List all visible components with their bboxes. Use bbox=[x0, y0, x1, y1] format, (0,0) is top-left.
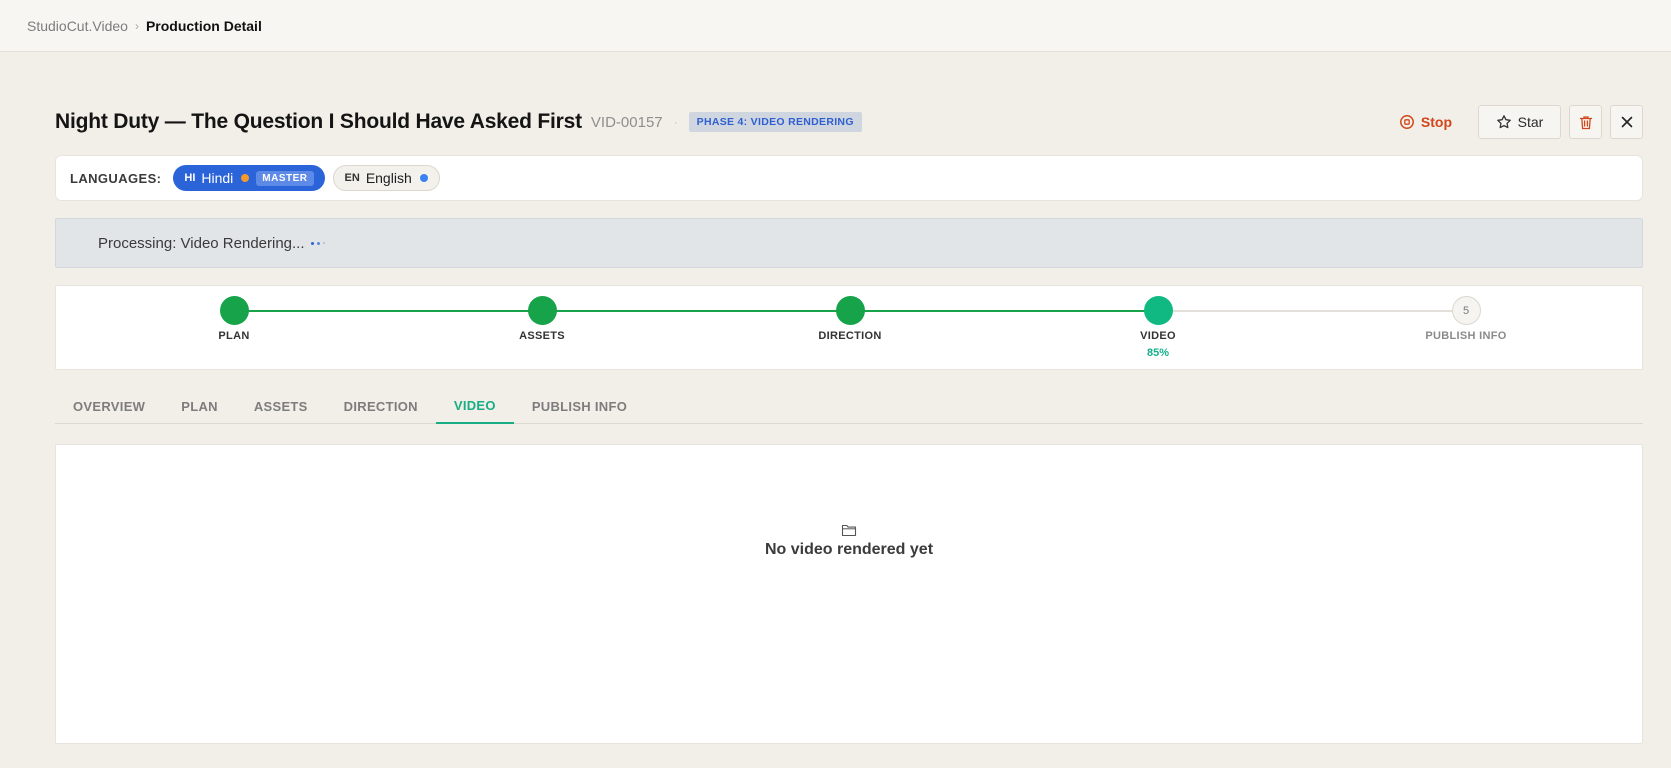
header-actions: Stop Star bbox=[1381, 105, 1643, 139]
header-separator: · bbox=[673, 115, 678, 129]
step-complete-circle bbox=[835, 296, 865, 325]
step-label: ASSETS bbox=[519, 330, 565, 342]
empty-state-text: No video rendered yet bbox=[764, 541, 934, 558]
page-title: Night Duty — The Question I Should Have … bbox=[55, 110, 582, 133]
stop-label: Stop bbox=[1420, 114, 1452, 130]
step-video[interactable]: VIDEO 85% bbox=[1078, 296, 1238, 359]
video-panel: No video rendered yet bbox=[55, 444, 1643, 744]
tab-publish-info[interactable]: PUBLISH INFO bbox=[514, 388, 645, 424]
step-publish-info[interactable]: 5 PUBLISH INFO bbox=[1386, 296, 1546, 342]
status-dot bbox=[419, 174, 428, 182]
stop-circle-icon bbox=[1399, 115, 1414, 129]
star-icon bbox=[1496, 115, 1511, 129]
status-dot bbox=[241, 174, 250, 182]
step-label: PUBLISH INFO bbox=[1425, 330, 1507, 342]
folder-icon bbox=[841, 524, 857, 537]
detail-tabs: OVERVIEW PLAN ASSETS DIRECTION VIDEO PUB… bbox=[55, 388, 1643, 424]
languages-label: LANGUAGES: bbox=[70, 170, 162, 186]
empty-state: No video rendered yet bbox=[56, 523, 1642, 559]
close-button[interactable] bbox=[1610, 105, 1643, 139]
delete-button[interactable] bbox=[1569, 105, 1602, 139]
languages-card: LANGUAGES: HI Hindi MASTER EN English bbox=[55, 155, 1643, 201]
progress-stepper: PLAN ASSETS DIRECTION VIDEO 85% 5 PUBLIS… bbox=[55, 285, 1643, 370]
star-button[interactable]: Star bbox=[1478, 105, 1561, 139]
tab-plan[interactable]: PLAN bbox=[163, 388, 236, 424]
language-name: English bbox=[365, 170, 412, 186]
language-code: EN bbox=[344, 172, 360, 184]
breadcrumb-separator: › bbox=[134, 18, 139, 33]
language-code: HI bbox=[184, 172, 196, 184]
video-id: VID-00157 bbox=[590, 113, 663, 131]
loading-dots-icon bbox=[310, 241, 325, 245]
step-pending-circle: 5 bbox=[1451, 296, 1481, 325]
phase-badge: PHASE 4: VIDEO RENDERING bbox=[688, 112, 862, 132]
processing-text: Processing: Video Rendering... bbox=[98, 234, 305, 252]
step-progress: 85% bbox=[1146, 347, 1170, 359]
production-header: Night Duty — The Question I Should Have … bbox=[55, 104, 1643, 140]
step-label: PLAN bbox=[218, 330, 250, 342]
step-plan[interactable]: PLAN bbox=[154, 296, 314, 342]
stop-button[interactable]: Stop bbox=[1381, 105, 1470, 139]
step-label: DIRECTION bbox=[818, 330, 882, 342]
breadcrumb-root-link[interactable]: StudioCut.Video bbox=[27, 18, 128, 34]
step-connector bbox=[234, 310, 1158, 312]
step-assets[interactable]: ASSETS bbox=[462, 296, 622, 342]
step-label: VIDEO bbox=[1140, 330, 1176, 342]
trash-icon bbox=[1579, 115, 1592, 129]
breadcrumb-current: Production Detail bbox=[145, 17, 262, 34]
star-label: Star bbox=[1517, 114, 1544, 130]
language-chip-hindi[interactable]: HI Hindi MASTER bbox=[173, 165, 325, 191]
master-badge: MASTER bbox=[256, 170, 314, 186]
step-complete-circle bbox=[219, 296, 249, 325]
top-bar: StudioCut.Video › Production Detail bbox=[0, 0, 1671, 52]
language-chip-english[interactable]: EN English bbox=[332, 165, 440, 191]
tab-video[interactable]: VIDEO bbox=[435, 388, 514, 424]
language-name: Hindi bbox=[201, 170, 234, 186]
step-complete-circle bbox=[527, 296, 557, 325]
close-icon bbox=[1621, 116, 1632, 128]
tab-assets[interactable]: ASSETS bbox=[236, 388, 326, 424]
step-direction[interactable]: DIRECTION bbox=[770, 296, 930, 342]
tab-overview[interactable]: OVERVIEW bbox=[55, 388, 163, 424]
step-active-circle bbox=[1143, 296, 1173, 325]
tab-direction[interactable]: DIRECTION bbox=[326, 388, 436, 424]
processing-banner: Processing: Video Rendering... bbox=[55, 218, 1643, 268]
